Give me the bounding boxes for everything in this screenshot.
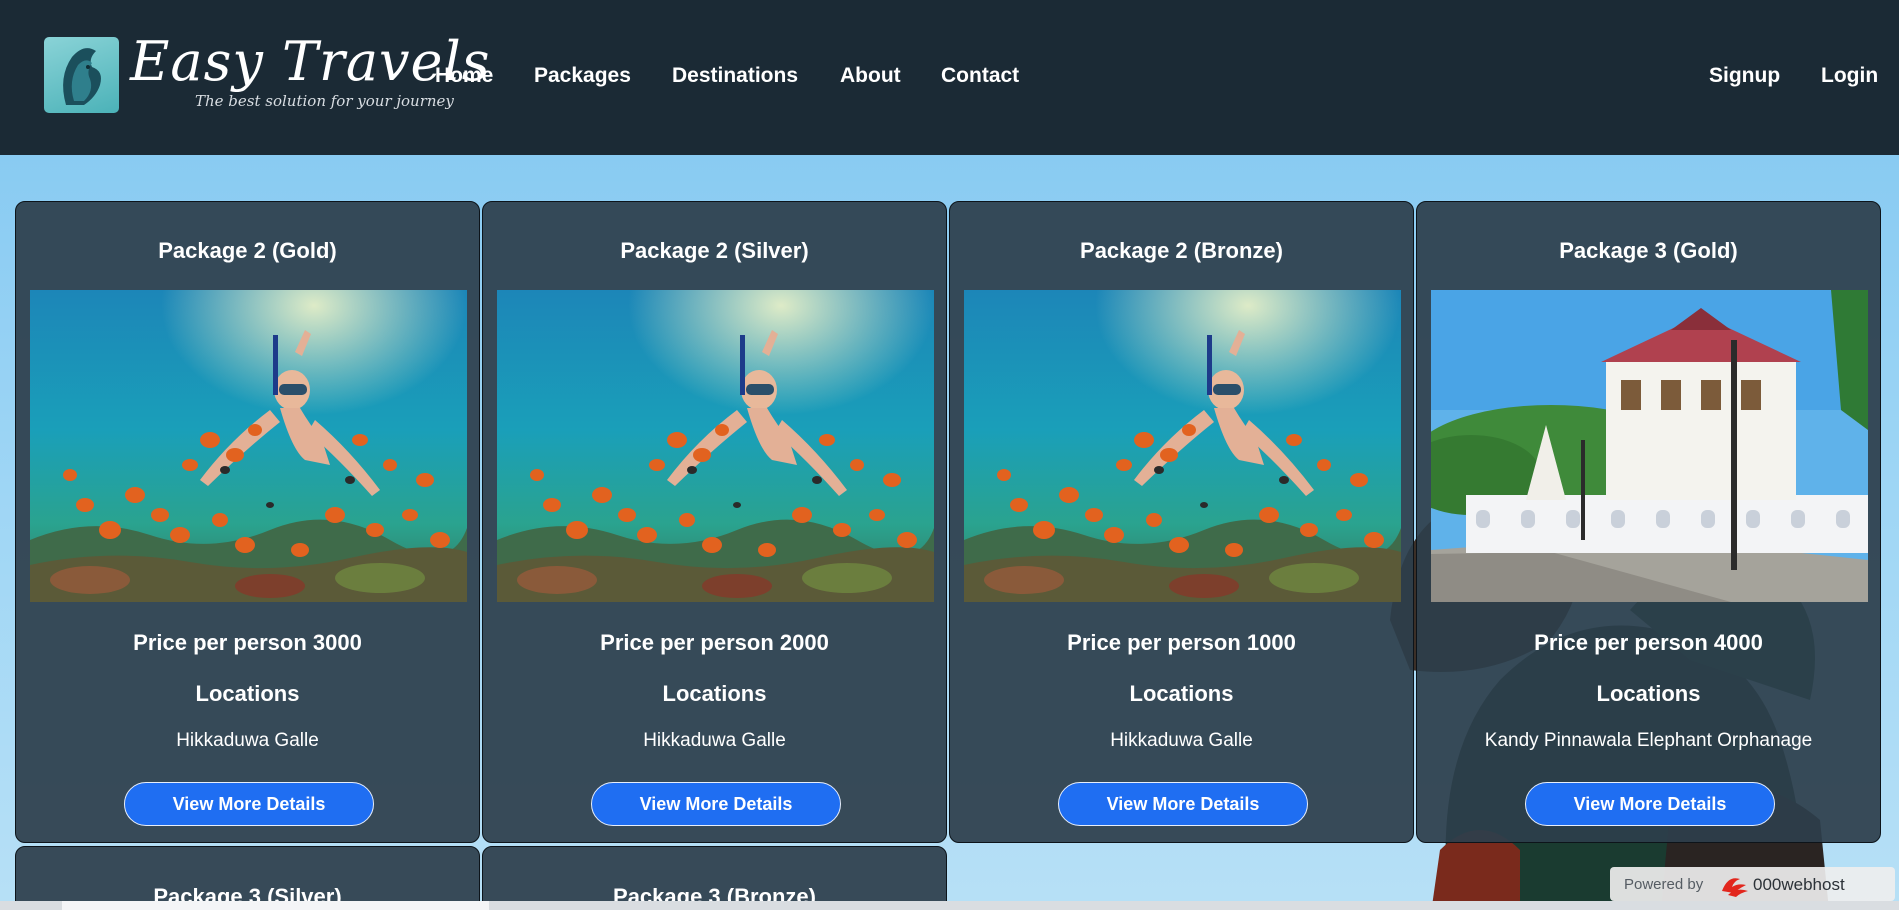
locations-heading: Locations — [1596, 681, 1701, 706]
locations-text: Hikkaduwa Galle — [643, 730, 786, 751]
nav-link-login[interactable]: Login — [1821, 64, 1878, 88]
locations-text: Hikkaduwa Galle — [176, 730, 319, 751]
site-header: Easy Travels The best solution for your … — [0, 0, 1899, 155]
view-more-details-button[interactable]: View More Details — [1525, 782, 1775, 826]
package-card: Package 3 (Gold) Price per person 4000 L… — [1416, 201, 1881, 843]
view-more-details-button[interactable]: View More Details — [1058, 782, 1308, 826]
powered-by-brand: 000webhost — [1753, 875, 1845, 894]
package-title: Package 2 (Silver) — [620, 238, 809, 263]
package-price: Price per person 2000 — [600, 630, 829, 655]
nav-link-about[interactable]: About — [840, 64, 901, 88]
locations-text: Kandy Pinnawala Elephant Orphanage — [1484, 730, 1813, 751]
temple-of-the-tooth-image — [1431, 290, 1868, 602]
package-card: Package 2 (Silver) Price per person 2000… — [482, 201, 947, 843]
snorkeling-reef-image — [497, 290, 934, 602]
nav-link-signup[interactable]: Signup — [1709, 64, 1780, 88]
package-title: Package 2 (Bronze) — [1080, 238, 1283, 263]
package-price: Price per person 1000 — [1067, 630, 1296, 655]
package-title: Package 3 (Gold) — [1559, 238, 1738, 263]
locations-heading: Locations — [1129, 681, 1234, 706]
brand-tagline: The best solution for your journey — [195, 92, 454, 110]
nav-link-packages[interactable]: Packages — [534, 64, 631, 88]
package-price: Price per person 3000 — [133, 630, 362, 655]
nav-link-home[interactable]: Home — [435, 64, 493, 88]
snorkeling-reef-image — [964, 290, 1401, 602]
powered-by-label: Powered by — [1624, 876, 1704, 893]
nav-link-destinations[interactable]: Destinations — [672, 64, 798, 88]
view-more-details-button[interactable]: View More Details — [591, 782, 841, 826]
locations-heading: Locations — [195, 681, 300, 706]
locations-heading: Locations — [662, 681, 767, 706]
view-more-details-button[interactable]: View More Details — [124, 782, 374, 826]
webhost-logo-icon — [1722, 878, 1748, 897]
nav-link-contact[interactable]: Contact — [941, 64, 1019, 88]
snorkeling-reef-image — [30, 290, 467, 602]
package-title: Package 2 (Gold) — [158, 238, 337, 263]
package-price: Price per person 4000 — [1534, 630, 1763, 655]
scrollbar-thumb[interactable] — [62, 901, 489, 910]
lion-head-logo-icon[interactable] — [44, 37, 119, 113]
package-card: Package 2 (Bronze) Price per person 1000… — [949, 201, 1414, 843]
package-card: Package 2 (Gold) Price per person 3000 L… — [15, 201, 480, 843]
powered-by-badge[interactable]: Powered by 000webhost — [1610, 867, 1895, 901]
locations-text: Hikkaduwa Galle — [1110, 730, 1253, 751]
